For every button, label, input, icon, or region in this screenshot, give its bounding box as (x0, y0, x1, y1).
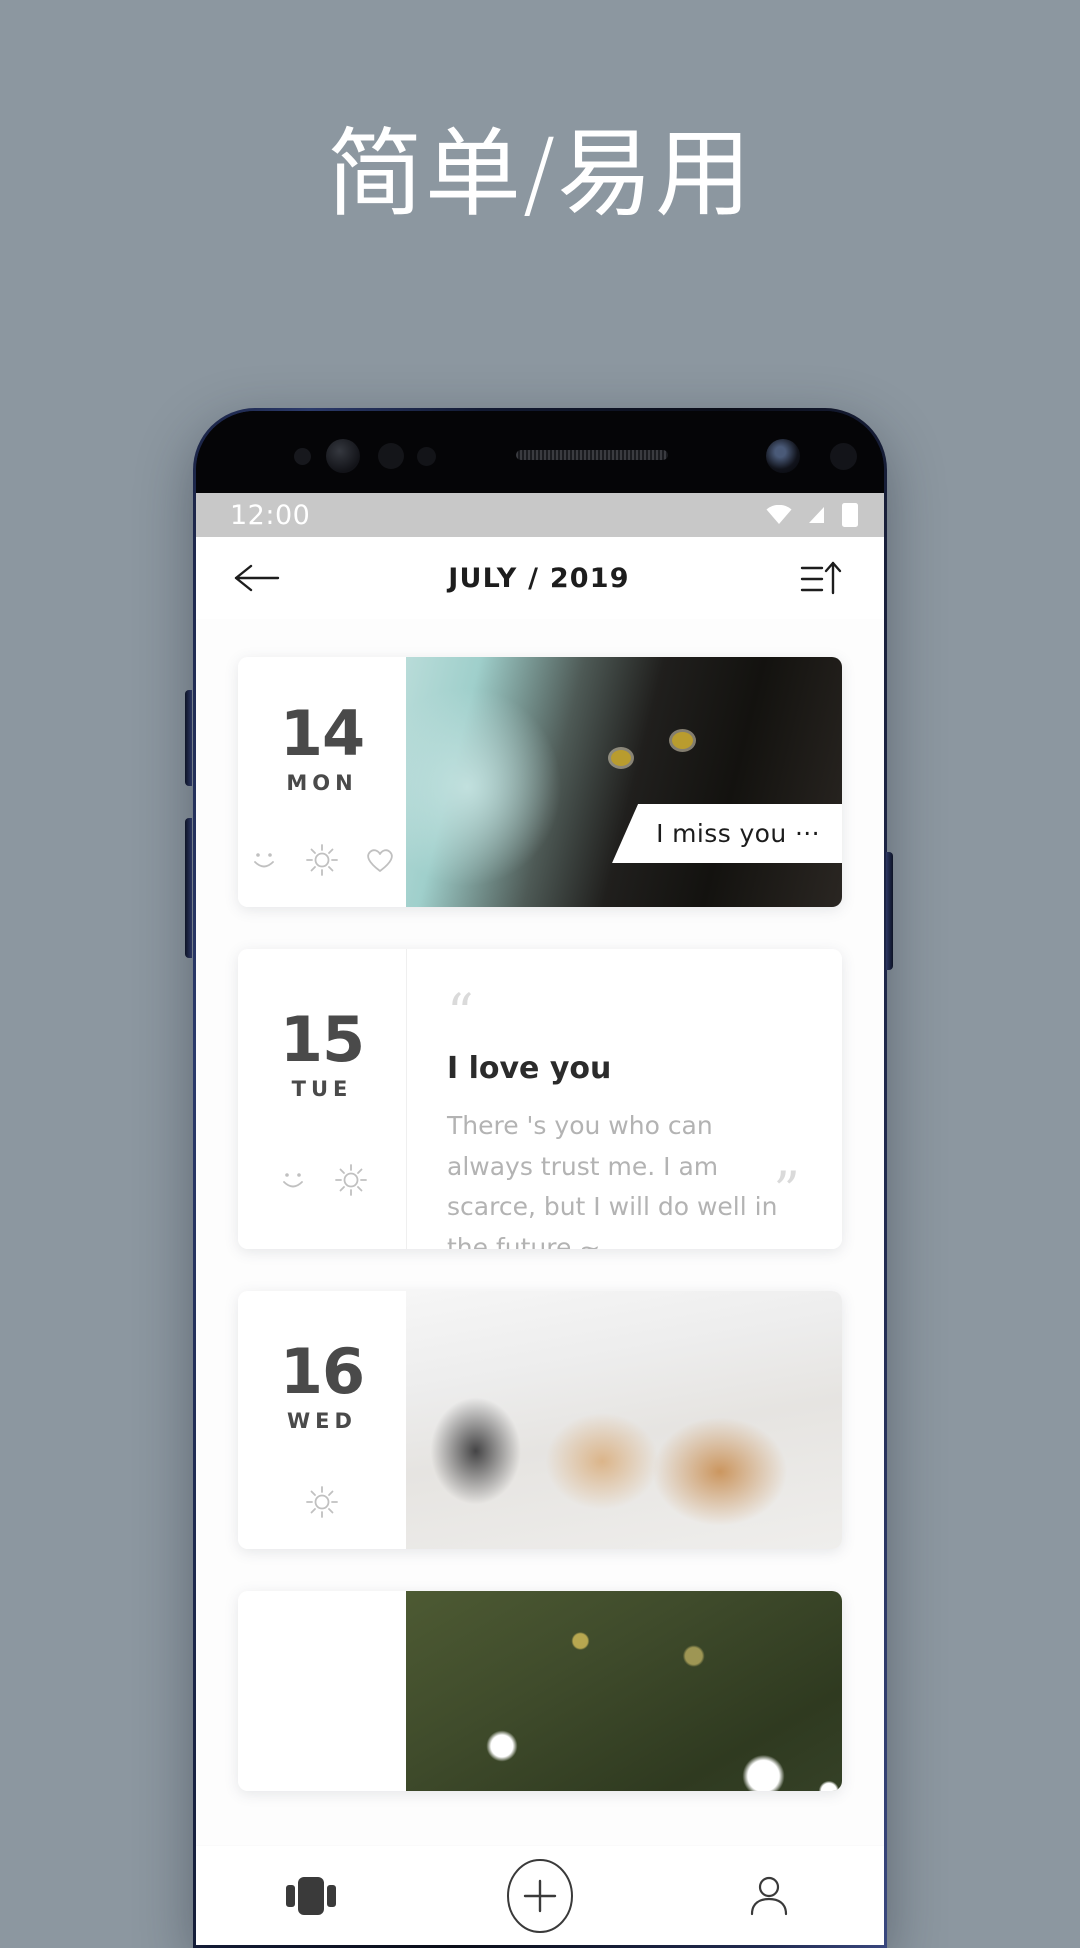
smiley-icon[interactable] (247, 843, 281, 877)
entry-weekday: TUE (291, 1077, 353, 1102)
phone-device: 12:00 JULY / 2019 14 MON I miss you ··· … (193, 408, 887, 1948)
entry-day-number: 14 (279, 696, 365, 770)
entry-photo[interactable] (406, 1291, 842, 1549)
entry-weekday: MON (286, 771, 358, 796)
cellular-signal-icon (809, 507, 824, 523)
entry-mood-row (276, 1145, 368, 1249)
entry-card[interactable]: 14 MON I miss you ··· (238, 657, 842, 907)
device-volume-down-button[interactable] (185, 818, 192, 958)
promo-headline: 简单/易用 (326, 117, 754, 230)
quote-open-mark: “ (447, 984, 474, 1044)
entry-card[interactable]: 15 TUE “ I love you There 's you who can… (238, 949, 842, 1249)
sort-button[interactable] (792, 549, 850, 607)
daisy-flowers-photo (406, 1591, 842, 1791)
battery-icon (842, 503, 858, 527)
heart-icon[interactable] (363, 843, 397, 877)
entry-day-number: 16 (279, 1334, 365, 1408)
app-header: JULY / 2019 (196, 537, 884, 619)
cat-photo (406, 657, 842, 907)
status-bar-clock: 12:00 (230, 499, 311, 531)
entry-date-column: 14 MON (238, 657, 406, 907)
entry-photo[interactable] (406, 1591, 842, 1791)
entry-quote-title: I love you (447, 1051, 612, 1086)
device-power-button[interactable] (886, 852, 893, 970)
front-camera-icon (766, 439, 800, 473)
status-bar: 12:00 (196, 493, 884, 537)
entries-feed[interactable]: 14 MON I miss you ··· 15 TUE “ I love yo… (196, 619, 884, 1845)
entry-date-column (238, 1591, 406, 1791)
earpiece-speaker-icon (516, 450, 668, 460)
sort-ascending-icon (800, 561, 842, 595)
device-volume-up-button[interactable] (185, 690, 192, 786)
entry-mood-row (305, 1467, 339, 1549)
wifi-icon (766, 505, 792, 524)
nav-add-button[interactable] (485, 1846, 595, 1946)
sun-icon[interactable] (305, 843, 339, 877)
add-circle-icon (506, 1858, 573, 1933)
status-bar-icons (766, 502, 860, 528)
entry-photo[interactable]: I miss you ··· (406, 657, 842, 907)
sun-icon[interactable] (305, 1485, 339, 1519)
back-button[interactable] (228, 549, 286, 607)
secondary-sensor-icon (830, 443, 857, 470)
cards-icon (285, 1876, 336, 1915)
entry-quote-panel[interactable]: “ I love you There 's you who can always… (406, 949, 842, 1249)
entry-day-number: 15 (279, 1002, 365, 1076)
entry-card[interactable] (238, 1591, 842, 1791)
bottom-navigation (196, 1845, 884, 1945)
quote-close-mark: ” (773, 1162, 800, 1222)
entry-weekday: WED (287, 1409, 357, 1434)
entry-caption[interactable]: I miss you ··· (612, 804, 842, 863)
sun-icon[interactable] (334, 1163, 368, 1197)
smiley-icon[interactable] (276, 1163, 310, 1197)
device-top-bezel (196, 411, 884, 493)
entry-date-column: 15 TUE (238, 949, 406, 1249)
entry-card[interactable]: 16 WED (238, 1291, 842, 1549)
entry-date-stack: 14 MON (279, 657, 365, 825)
nav-cards-button[interactable] (256, 1846, 366, 1946)
arrow-left-icon (234, 564, 280, 592)
page-title: JULY / 2019 (448, 562, 630, 594)
entry-date-column: 16 WED (238, 1291, 406, 1549)
entry-mood-row (247, 825, 397, 907)
entry-date-stack: 15 TUE (279, 949, 365, 1145)
entry-quote-body: There 's you who can always trust me. I … (447, 1111, 778, 1249)
clothes-hangers-photo (406, 1291, 842, 1549)
entry-date-stack: 16 WED (279, 1291, 365, 1467)
proximity-sensor-icon (294, 448, 311, 465)
light-sensor-icon (378, 443, 404, 469)
profile-icon (751, 1876, 788, 1915)
led-indicator-icon (417, 447, 436, 466)
iris-scanner-icon (326, 439, 360, 473)
app-screen: 12:00 JULY / 2019 14 MON I miss you ··· … (196, 493, 884, 1945)
cat-eye-right-icon (671, 732, 693, 749)
device-screen-frame: 12:00 JULY / 2019 14 MON I miss you ··· … (196, 411, 884, 1945)
cat-eye-left-icon (610, 749, 631, 766)
nav-profile-button[interactable] (714, 1846, 824, 1946)
